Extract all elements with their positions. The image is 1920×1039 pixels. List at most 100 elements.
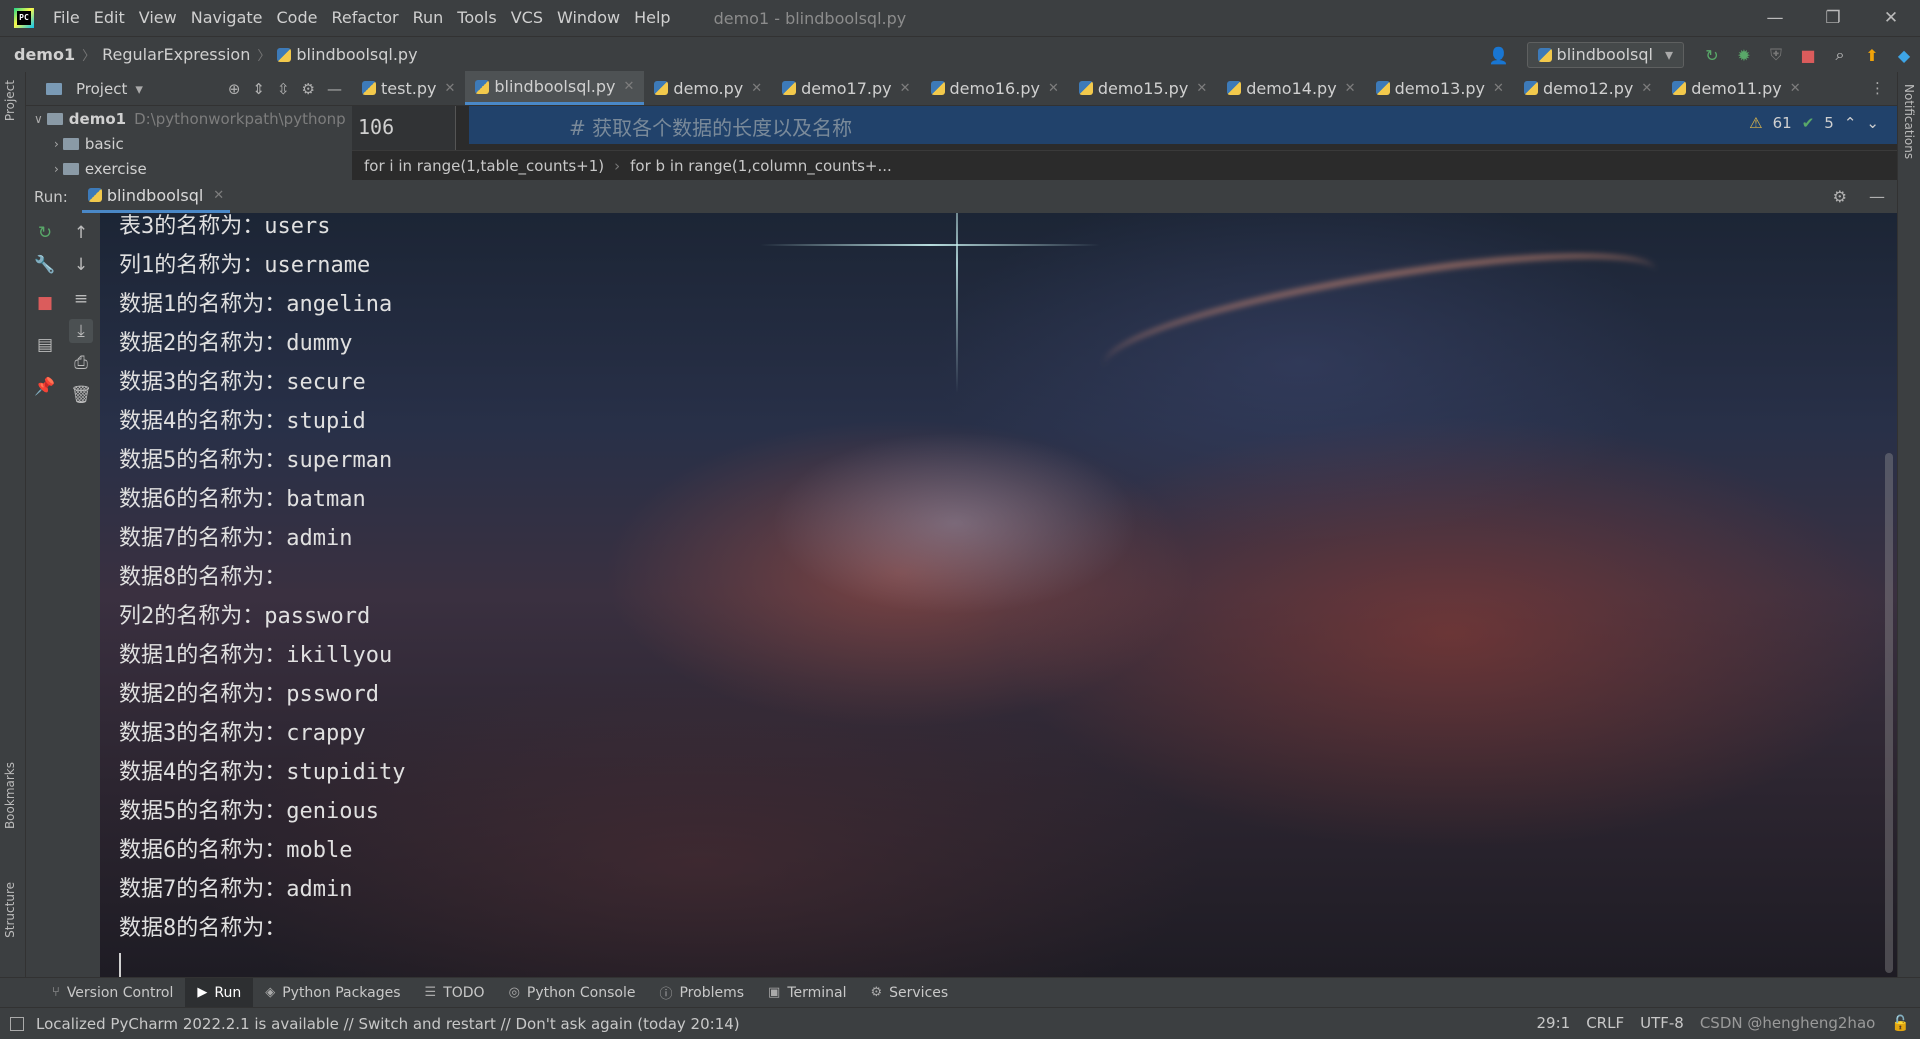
tool-tab-run[interactable]: ▶ Run	[185, 977, 254, 1008]
code-line[interactable]: # 获取各个数据的长度以及名称	[469, 106, 1897, 144]
close-icon[interactable]: ✕	[1048, 81, 1059, 96]
pin-icon[interactable]: 📌	[33, 375, 57, 399]
project-tool-label[interactable]: Project	[3, 80, 17, 121]
hide-icon[interactable]: —	[327, 80, 342, 98]
chevron-down-icon[interactable]: ▾	[135, 80, 143, 98]
close-icon[interactable]: ✕	[213, 188, 224, 203]
search-icon[interactable]: ⌕	[1828, 43, 1852, 67]
breadcrumb-project[interactable]: demo1	[14, 45, 75, 64]
status-message[interactable]: Localized PyCharm 2022.2.1 is available …	[36, 1015, 740, 1033]
tab-demo12-py[interactable]: demo12.py ✕	[1514, 71, 1662, 105]
print-icon[interactable]: ⎙	[69, 351, 93, 375]
menu-run[interactable]: Run	[406, 0, 451, 36]
trash-icon[interactable]: 🗑	[69, 383, 93, 407]
expand-all-icon[interactable]: ⇕	[252, 80, 265, 98]
tab-test-py[interactable]: test.py ✕	[352, 71, 465, 105]
close-icon[interactable]: ✕	[1790, 81, 1801, 96]
arrow-down-icon[interactable]: ↓	[69, 253, 93, 277]
status-window-icon[interactable]	[10, 1016, 24, 1031]
menu-window[interactable]: Window	[550, 0, 627, 36]
tool-tab-python-console[interactable]: ◎ Python Console	[497, 978, 648, 1008]
rerun-icon[interactable]: ↻	[1700, 43, 1724, 67]
arrow-up-icon[interactable]: ↑	[69, 221, 93, 245]
tool-tab-terminal[interactable]: ▣ Terminal	[756, 978, 858, 1008]
stop-icon[interactable]: ■	[33, 291, 57, 315]
menu-vcs[interactable]: VCS	[504, 0, 550, 36]
chevron-down-icon[interactable]: ⌄	[1866, 114, 1879, 132]
tab-demo16-py[interactable]: demo16.py ✕	[921, 71, 1069, 105]
chevron-up-icon[interactable]: ⌃	[1844, 114, 1857, 132]
code-breadcrumb[interactable]: for b in range(1,column_counts+...	[630, 157, 892, 175]
close-icon[interactable]: ✕	[1345, 81, 1356, 96]
chevron-right-icon[interactable]: ›	[54, 137, 59, 151]
breadcrumb-file[interactable]: blindboolsql.py	[296, 45, 417, 64]
menu-help[interactable]: Help	[627, 0, 677, 36]
stop-icon[interactable]: ■	[1796, 43, 1820, 67]
notifications-tool-label[interactable]: Notifications	[1902, 84, 1916, 159]
more-tabs-icon[interactable]: ⋮	[1858, 79, 1897, 105]
tree-row-root[interactable]: ∨ demo1 D:\pythonworkpath\pythonp	[26, 106, 352, 131]
menu-code[interactable]: Code	[270, 0, 325, 36]
close-icon[interactable]: ✕	[1641, 81, 1652, 96]
user-icon[interactable]: 👤	[1487, 43, 1511, 67]
hide-icon[interactable]: —	[1869, 187, 1885, 206]
jetbrains-toolbox-icon[interactable]: ◆	[1892, 43, 1916, 67]
close-window-button[interactable]: ✕	[1862, 0, 1920, 36]
chevron-right-icon[interactable]: ›	[54, 162, 59, 176]
tab-demo14-py[interactable]: demo14.py ✕	[1217, 71, 1365, 105]
tab-demo13-py[interactable]: demo13.py ✕	[1366, 71, 1514, 105]
tool-tab-todo[interactable]: ☰ TODO	[413, 978, 497, 1008]
tool-tab-python-packages[interactable]: ◈ Python Packages	[253, 978, 412, 1008]
rerun-icon[interactable]: ↻	[33, 221, 57, 245]
locate-icon[interactable]: ⊕	[228, 80, 241, 98]
lock-icon[interactable]: 🔓	[1891, 1014, 1910, 1032]
tree-row-basic[interactable]: › basic	[26, 131, 352, 156]
run-tab-blindboolsql[interactable]: blindboolsql ✕	[81, 180, 231, 213]
run-configuration-select[interactable]: blindboolsql	[1526, 42, 1684, 68]
close-icon[interactable]: ✕	[900, 81, 911, 96]
menu-file[interactable]: File	[46, 0, 87, 36]
close-icon[interactable]: ✕	[751, 81, 762, 96]
bookmarks-tool-label[interactable]: Bookmarks	[3, 762, 17, 829]
structure-tool-label[interactable]: Structure	[3, 882, 17, 938]
minimize-button[interactable]: —	[1746, 0, 1804, 36]
restore-button[interactable]: ❐	[1804, 0, 1862, 36]
tab-demo-py[interactable]: demo.py ✕	[644, 71, 772, 105]
console-scrollbar[interactable]	[1885, 453, 1893, 973]
run-console[interactable]: 表3的名称为：users 列1的名称为：username 数据1的名称为：ang…	[100, 213, 1897, 977]
tab-demo11-py[interactable]: demo11.py ✕	[1662, 71, 1810, 105]
wrench-icon[interactable]: 🔧	[33, 253, 57, 277]
close-icon[interactable]: ✕	[1196, 81, 1207, 96]
tab-blindboolsql-py[interactable]: blindboolsql.py ✕	[465, 71, 645, 105]
debug-icon[interactable]: ✹	[1732, 43, 1756, 67]
menu-tools[interactable]: Tools	[450, 0, 503, 36]
close-icon[interactable]: ✕	[1493, 81, 1504, 96]
tree-row-exercise[interactable]: › exercise	[26, 156, 352, 180]
inspection-widget[interactable]: ⚠ 61 ✔ 5 ⌃ ⌄	[1749, 114, 1879, 132]
code-breadcrumb[interactable]: for i in range(1,table_counts+1)	[364, 157, 604, 175]
caret-position[interactable]: 29:1	[1537, 1014, 1571, 1032]
tool-tab-services[interactable]: ⚙ Services	[858, 978, 960, 1008]
line-separator[interactable]: CRLF	[1586, 1014, 1624, 1032]
scroll-to-end-icon[interactable]: ⤓	[69, 319, 93, 343]
soft-wrap-icon[interactable]: ≡	[69, 287, 93, 311]
menu-navigate[interactable]: Navigate	[184, 0, 270, 36]
file-encoding[interactable]: UTF-8	[1640, 1014, 1684, 1032]
gear-icon[interactable]: ⚙	[302, 80, 315, 98]
project-panel-title[interactable]: Project	[76, 80, 127, 98]
code-editor[interactable]: 106 # 获取各个数据的长度以及名称 ⚠ 61 ✔ 5 ⌃ ⌄	[352, 106, 1897, 150]
close-icon[interactable]: ✕	[624, 79, 635, 94]
tab-demo15-py[interactable]: demo15.py ✕	[1069, 71, 1217, 105]
tool-tab-problems[interactable]: ⓘ Problems	[647, 978, 756, 1008]
layout-icon[interactable]: ▤	[33, 333, 57, 357]
menu-edit[interactable]: Edit	[87, 0, 132, 36]
coverage-icon[interactable]: ⛨	[1764, 43, 1788, 67]
console-caret[interactable]	[119, 953, 121, 977]
collapse-all-icon[interactable]: ⇳	[277, 80, 290, 98]
close-icon[interactable]: ✕	[444, 81, 455, 96]
breadcrumb-folder[interactable]: RegularExpression	[102, 45, 250, 64]
menu-view[interactable]: View	[132, 0, 184, 36]
gear-icon[interactable]: ⚙	[1833, 187, 1847, 206]
update-icon[interactable]: ⬆	[1860, 43, 1884, 67]
menu-refactor[interactable]: Refactor	[324, 0, 405, 36]
